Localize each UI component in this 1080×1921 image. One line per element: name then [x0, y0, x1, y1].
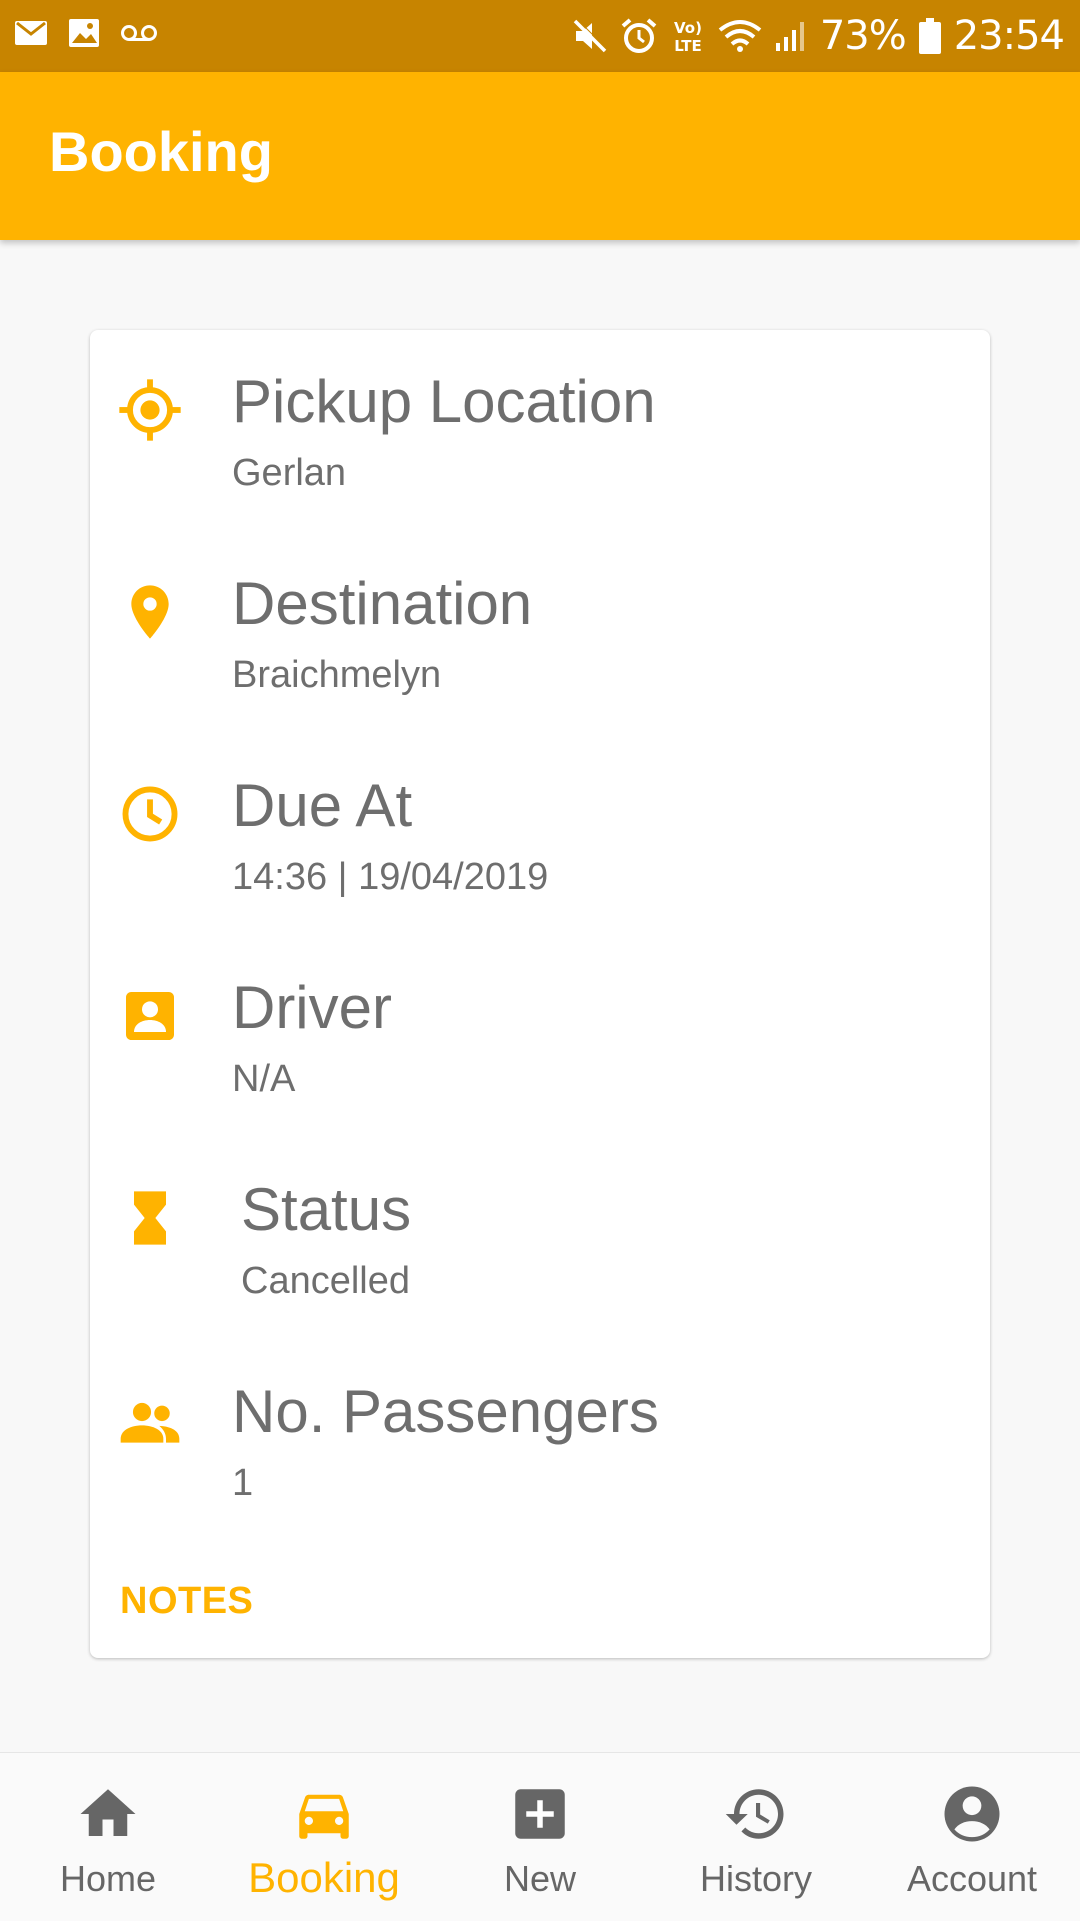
pickup-location-row: Pickup Location Gerlan — [90, 330, 990, 500]
passengers-row: No. Passengers 1 — [90, 1340, 990, 1510]
voicemail-icon — [121, 25, 157, 41]
location-pin-icon — [131, 585, 169, 639]
destination-label: Destination — [232, 570, 533, 637]
battery-icon — [918, 18, 941, 54]
status-bar-system: Vo) LTE 73% 23:54 — [572, 8, 1065, 64]
svg-text:Vo): Vo) — [674, 19, 702, 37]
passengers-value: 1 — [232, 1462, 254, 1504]
battery-percent: 73% — [819, 13, 907, 59]
wifi-icon — [718, 20, 762, 52]
due-at-label: Due At — [232, 772, 413, 839]
nav-booking-label: Booking — [248, 1854, 400, 1901]
nav-home-label: Home — [59, 1858, 157, 1899]
app-bar: Booking — [0, 72, 1080, 240]
nav-booking[interactable]: Booking — [216, 1753, 432, 1921]
signal-icon — [775, 22, 804, 51]
hourglass-icon — [134, 1191, 166, 1245]
notes-button[interactable]: NOTES — [120, 1582, 253, 1620]
svg-text:LTE: LTE — [674, 37, 702, 55]
clock-icon — [122, 786, 178, 842]
due-at-row: Due At 14:36 | 19/04/2019 — [90, 734, 990, 904]
destination-value: Braichmelyn — [232, 654, 442, 696]
gmail-icon — [15, 21, 47, 45]
account-circle-icon — [944, 1786, 1000, 1842]
nav-account-label: Account — [906, 1858, 1038, 1899]
nav-home[interactable]: Home — [0, 1753, 216, 1921]
people-icon — [120, 1402, 180, 1443]
gallery-icon — [69, 19, 99, 47]
nav-new[interactable]: New — [432, 1753, 648, 1921]
due-at-value: 14:36 | 19/04/2019 — [232, 856, 549, 898]
mute-icon — [573, 18, 608, 53]
status-bar-notifications — [14, 18, 158, 48]
contact-icon — [126, 992, 174, 1040]
driver-label: Driver — [232, 974, 392, 1041]
volte-icon: Vo) LTE — [674, 19, 702, 55]
crosshair-icon — [119, 379, 181, 441]
destination-row: Destination Braichmelyn — [90, 532, 990, 702]
driver-row: Driver N/A — [90, 936, 990, 1106]
nav-history[interactable]: History — [648, 1753, 864, 1921]
status-row: Status Cancelled — [90, 1138, 990, 1308]
add-box-icon — [515, 1789, 565, 1839]
status-value: Cancelled — [241, 1260, 410, 1302]
nav-new-label: New — [503, 1858, 577, 1899]
home-icon — [80, 1789, 136, 1836]
bottom-navigation: Home Booking New History Account — [0, 1752, 1080, 1921]
history-icon — [725, 1789, 784, 1839]
status-bar: Vo) LTE 73% 23:54 — [0, 0, 1080, 72]
page-title: Booking — [49, 120, 273, 183]
driver-value: N/A — [232, 1058, 296, 1100]
pickup-location-value: Gerlan — [232, 452, 347, 494]
alarm-icon — [621, 18, 657, 53]
clock-time: 23:54 — [953, 13, 1065, 59]
nav-account[interactable]: Account — [864, 1753, 1080, 1921]
car-icon — [299, 1794, 349, 1839]
status-label: Status — [241, 1176, 412, 1243]
pickup-location-label: Pickup Location — [232, 368, 656, 435]
nav-history-label: History — [699, 1858, 812, 1899]
booking-details-card: Pickup Location Gerlan Destination Braic… — [90, 330, 990, 1658]
passengers-label: No. Passengers — [232, 1378, 659, 1445]
